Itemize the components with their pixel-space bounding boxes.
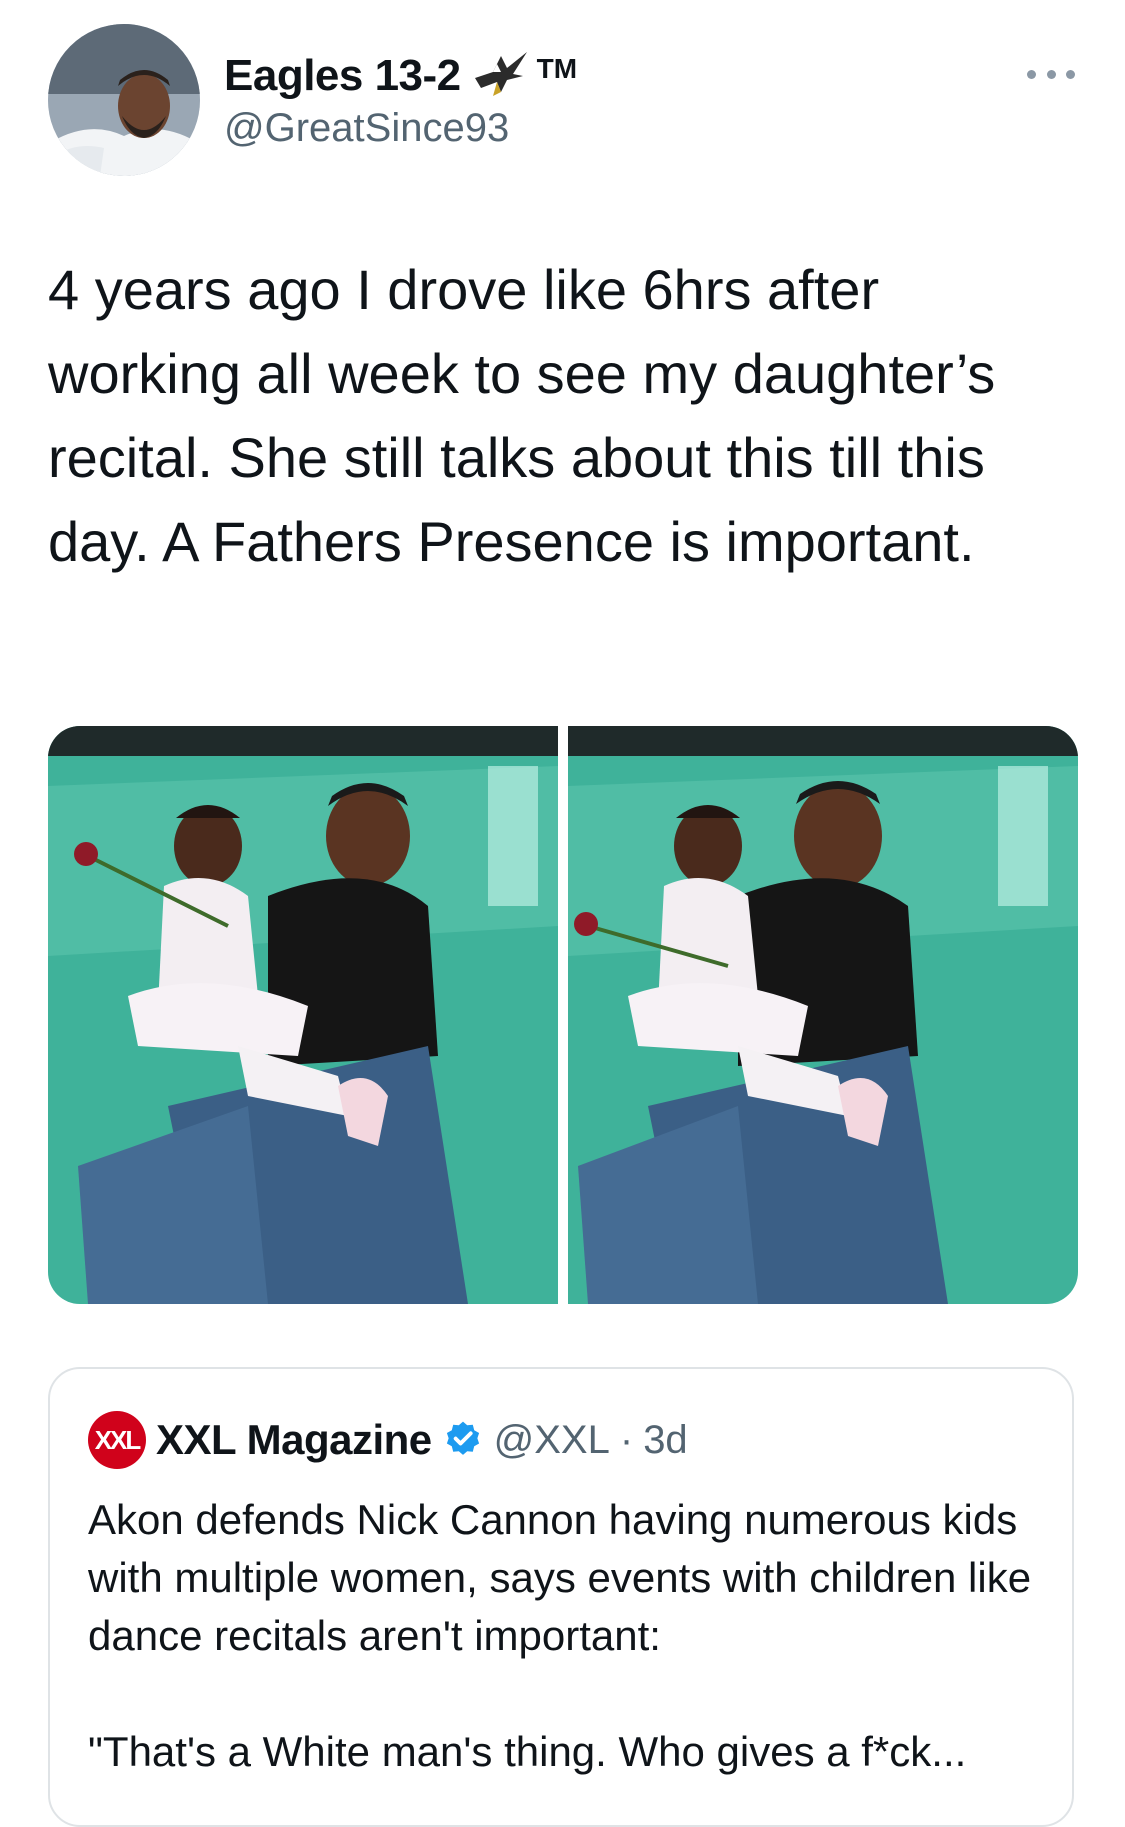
avatar[interactable] — [48, 24, 200, 176]
tweet-text: 4 years ago I drove like 6hrs after work… — [48, 258, 996, 573]
tweet-media — [48, 726, 1078, 1304]
tweet: Eagles 13-2 TM @GreatSince93 4 years ago… — [0, 0, 1125, 1827]
quoted-tweet[interactable]: XXL XXL Magazine @XXL · 3d Akon defends … — [48, 1367, 1074, 1827]
avatar-image — [48, 24, 200, 176]
quoted-tweet-header: XXL XXL Magazine @XXL · 3d — [88, 1411, 688, 1469]
eagle-icon — [467, 48, 531, 104]
quoted-author-handle[interactable]: @XXL — [494, 1418, 610, 1463]
author-name-row[interactable]: Eagles 13-2 TM — [224, 48, 577, 104]
media-photo-2[interactable] — [568, 726, 1078, 1304]
photo-2-image — [568, 726, 1078, 1304]
author-handle[interactable]: @GreatSince93 — [224, 106, 509, 151]
more-icon — [1046, 69, 1056, 79]
quoted-author-name[interactable]: XXL Magazine — [156, 1416, 432, 1464]
photo-1-image — [48, 726, 558, 1304]
separator-dot: · — [619, 1417, 634, 1462]
media-photo-1[interactable] — [48, 726, 558, 1304]
more-button[interactable] — [1027, 62, 1075, 86]
trademark-label: TM — [536, 53, 578, 84]
xxl-logo: XXL — [88, 1411, 146, 1469]
more-icon — [1027, 69, 1036, 79]
author-display-name[interactable]: Eagles 13-2 — [224, 51, 461, 101]
quoted-timestamp[interactable]: 3d — [643, 1418, 688, 1463]
verified-icon — [442, 1419, 484, 1461]
more-icon — [1066, 69, 1075, 79]
quoted-tweet-text: Akon defends Nick Cannon having numerous… — [88, 1496, 1032, 1775]
